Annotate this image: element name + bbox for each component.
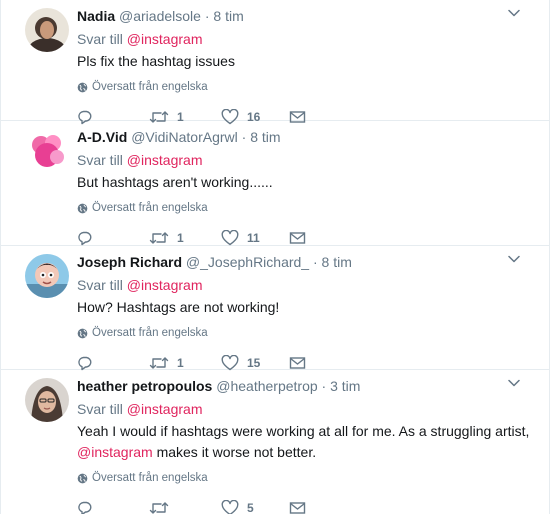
- translation-label: Översatt från engelska: [92, 472, 208, 484]
- reply-context: Svar till @instagram: [77, 29, 533, 49]
- tweet-feed: Nadia @ariadelsole · 8 tim Svar till @in…: [0, 0, 550, 514]
- timestamp[interactable]: 3 tim: [330, 378, 360, 394]
- tweet-header: A-D.Vid @VidiNatorAgrwl · 8 tim: [77, 127, 533, 147]
- reply-icon: [78, 356, 92, 371]
- globe-icon: [77, 203, 88, 213]
- tweet-text: Yeah I would if hashtags were working at…: [77, 421, 533, 463]
- heart-icon: [221, 355, 239, 371]
- retweet-icon: [149, 357, 169, 369]
- reply-prefix: Svar till: [77, 401, 123, 417]
- display-name[interactable]: A-D.Vid: [77, 129, 127, 145]
- envelope-icon: [289, 502, 306, 514]
- like-button[interactable]: 11: [221, 230, 289, 246]
- tweet-actions: 1 11: [77, 228, 533, 248]
- globe-icon: [77, 328, 88, 338]
- separator: ·: [321, 378, 327, 394]
- retweet-count: 1: [177, 231, 184, 245]
- like-count: 11: [247, 231, 260, 245]
- reply-mention-link[interactable]: @instagram: [127, 401, 203, 417]
- reply-button[interactable]: [77, 230, 149, 246]
- timestamp[interactable]: 8 tim: [250, 129, 280, 145]
- avatar[interactable]: [25, 254, 69, 298]
- like-button[interactable]: 15: [221, 355, 289, 371]
- tweet[interactable]: Joseph Richard @_JosephRichard_ · 8 tim …: [1, 246, 549, 371]
- tweet-text: But hashtags aren't working......: [77, 174, 273, 190]
- user-handle[interactable]: @_JosephRichard_: [186, 254, 309, 270]
- chevron-down-icon[interactable]: [507, 6, 521, 20]
- timestamp[interactable]: 8 tim: [322, 254, 352, 270]
- reply-mention-link[interactable]: @instagram: [127, 152, 203, 168]
- reply-icon: [78, 231, 92, 246]
- translation-note: Översatt från engelska: [77, 325, 533, 341]
- reply-context: Svar till @instagram: [77, 275, 533, 295]
- separator: ·: [204, 8, 210, 24]
- chevron-down-icon[interactable]: [507, 252, 521, 266]
- globe-icon: [77, 473, 88, 483]
- tweet[interactable]: Nadia @ariadelsole · 8 tim Svar till @in…: [1, 0, 549, 125]
- reply-prefix: Svar till: [77, 152, 123, 168]
- retweet-button[interactable]: 1: [149, 230, 221, 246]
- translation-note: Översatt från engelska: [77, 79, 533, 95]
- reply-button[interactable]: [77, 500, 149, 514]
- retweet-icon: [149, 502, 169, 514]
- timestamp[interactable]: 8 tim: [213, 8, 243, 24]
- user-handle[interactable]: @heatherpetrop: [216, 378, 317, 394]
- retweet-button[interactable]: [149, 500, 221, 514]
- avatar[interactable]: [25, 129, 69, 173]
- reply-context: Svar till @instagram: [77, 399, 533, 419]
- tweet-header: Joseph Richard @_JosephRichard_ · 8 tim: [77, 252, 533, 272]
- tweet[interactable]: heather petropoulos @heatherpetrop · 3 t…: [1, 370, 549, 514]
- retweet-icon: [149, 232, 169, 244]
- like-count: 15: [247, 356, 261, 370]
- direct-message-button[interactable]: [289, 501, 361, 514]
- user-handle[interactable]: @VidiNatorAgrwl: [131, 129, 238, 145]
- separator: ·: [241, 129, 247, 145]
- heart-icon: [221, 500, 239, 514]
- reply-icon: [78, 501, 92, 514]
- separator: ·: [312, 254, 318, 270]
- tweet-text-part: makes it worse not better.: [152, 444, 317, 460]
- tweet-text: Pls fix the hashtag issues: [77, 53, 235, 69]
- tweet-actions: 5: [77, 498, 533, 514]
- avatar[interactable]: [25, 8, 69, 52]
- retweet-count: 1: [177, 356, 184, 370]
- user-handle[interactable]: @ariadelsole: [119, 8, 201, 24]
- heart-icon: [221, 230, 239, 246]
- reply-button[interactable]: [77, 355, 149, 371]
- retweet-button[interactable]: 1: [149, 355, 221, 371]
- reply-prefix: Svar till: [77, 31, 123, 47]
- envelope-icon: [289, 357, 306, 369]
- translation-label: Översatt från engelska: [92, 327, 208, 339]
- tweet-header: Nadia @ariadelsole · 8 tim: [77, 6, 533, 26]
- like-count: 5: [247, 501, 254, 514]
- direct-message-button[interactable]: [289, 356, 361, 370]
- reply-mention-link[interactable]: @instagram: [127, 31, 203, 47]
- like-button[interactable]: 5: [221, 500, 289, 514]
- tweet[interactable]: A-D.Vid @VidiNatorAgrwl · 8 tim Svar til…: [1, 121, 549, 246]
- display-name[interactable]: Joseph Richard: [77, 254, 182, 270]
- translation-label: Översatt från engelska: [92, 202, 208, 214]
- display-name[interactable]: heather petropoulos: [77, 378, 212, 394]
- avatar[interactable]: [25, 378, 69, 422]
- reply-prefix: Svar till: [77, 277, 123, 293]
- translation-label: Översatt från engelska: [92, 81, 208, 93]
- reply-mention-link[interactable]: @instagram: [127, 277, 203, 293]
- display-name[interactable]: Nadia: [77, 8, 115, 24]
- tweet-header: heather petropoulos @heatherpetrop · 3 t…: [77, 376, 533, 396]
- tweet-text: How? Hashtags are not working!: [77, 299, 280, 315]
- translation-note: Översatt från engelska: [77, 200, 533, 216]
- direct-message-button[interactable]: [289, 231, 361, 245]
- translation-note: Översatt från engelska: [77, 470, 533, 486]
- globe-icon: [77, 82, 88, 92]
- reply-context: Svar till @instagram: [77, 150, 533, 170]
- envelope-icon: [289, 232, 306, 244]
- inline-mention-link[interactable]: @instagram: [77, 444, 153, 460]
- chevron-down-icon[interactable]: [507, 376, 521, 390]
- tweet-text-part: Yeah I would if hashtags were working at…: [77, 423, 530, 439]
